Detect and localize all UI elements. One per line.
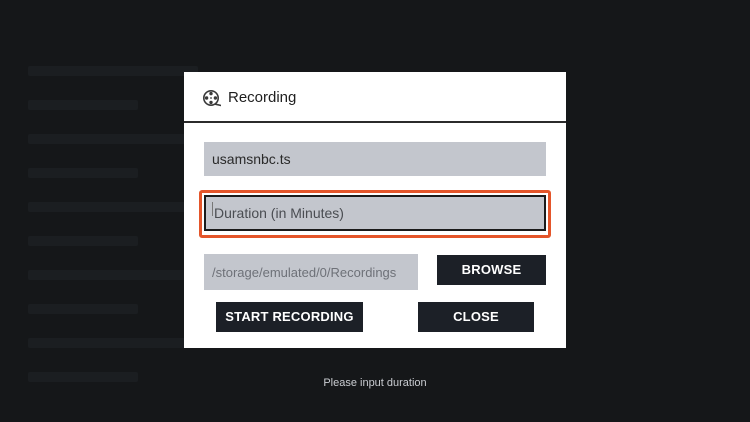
dialog-header: Recording xyxy=(184,72,566,123)
text-cursor xyxy=(212,202,213,216)
close-button[interactable]: CLOSE xyxy=(418,302,534,332)
dialog-title: Recording xyxy=(228,89,297,106)
browse-button[interactable]: BROWSE xyxy=(437,255,546,285)
background-row xyxy=(28,66,198,76)
duration-input[interactable] xyxy=(204,195,546,231)
film-reel-icon xyxy=(203,90,221,107)
start-recording-button[interactable]: START RECORDING xyxy=(216,302,363,332)
background-row xyxy=(28,270,198,280)
header-divider xyxy=(184,121,566,123)
save-path-input[interactable] xyxy=(204,254,418,290)
background-row xyxy=(28,338,198,348)
background-row xyxy=(28,202,198,212)
background-row xyxy=(28,304,138,314)
background-row xyxy=(28,134,198,144)
filename-input[interactable] xyxy=(204,142,546,176)
toast-message: Please input duration xyxy=(323,377,427,389)
recording-dialog: Recording BROWSE START RECORDING CLOSE xyxy=(184,72,566,348)
background-row xyxy=(28,100,138,110)
background-row xyxy=(28,236,138,246)
background-row xyxy=(28,168,138,178)
